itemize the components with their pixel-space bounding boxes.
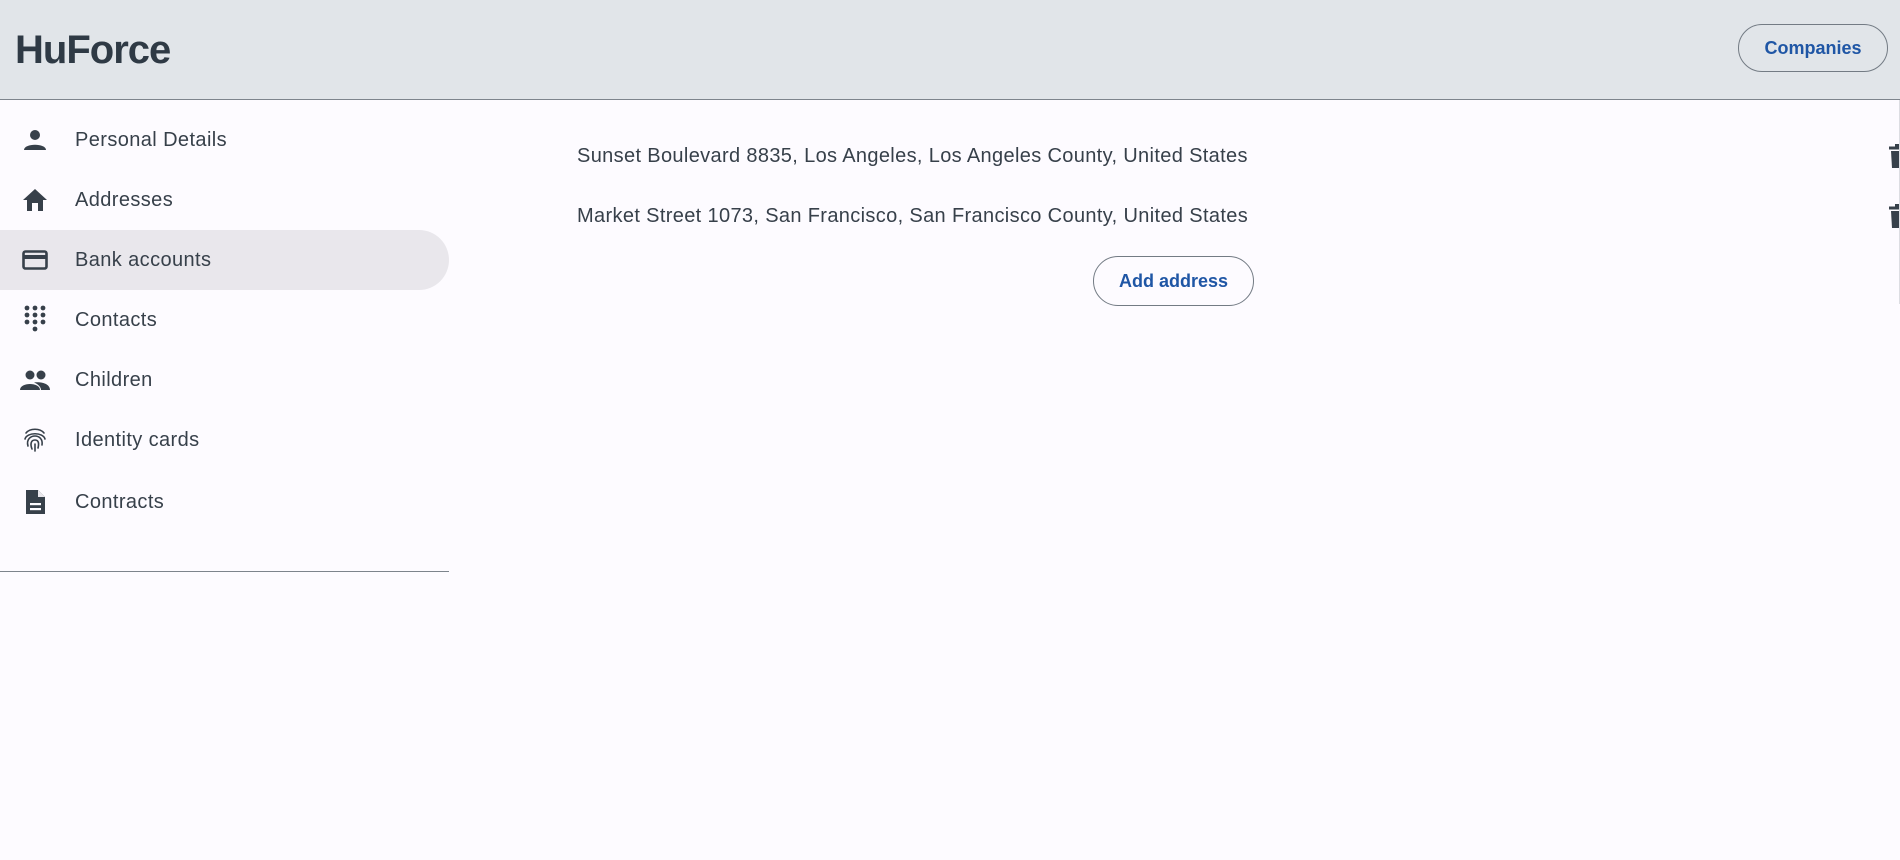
- delete-address-button[interactable]: [1885, 142, 1900, 170]
- list-item: Market Street 1073, San Francisco, San F…: [577, 194, 1900, 238]
- app-logo[interactable]: HuForce: [15, 26, 171, 74]
- sidebar-divider: [0, 571, 449, 572]
- sidebar-item-addresses[interactable]: Addresses: [0, 170, 449, 230]
- sidebar-item-bank-accounts[interactable]: Bank accounts: [0, 230, 449, 290]
- people-icon: [20, 368, 50, 392]
- dialpad-icon: [20, 305, 50, 332]
- sidebar-item-label: Contacts: [75, 308, 158, 331]
- sidebar-item-label: Bank accounts: [75, 248, 212, 271]
- companies-button[interactable]: Companies: [1738, 24, 1888, 72]
- delete-address-button[interactable]: [1885, 202, 1900, 230]
- sidebar-item-contracts[interactable]: Contracts: [0, 472, 449, 532]
- list-item: Sunset Boulevard 8835, Los Angeles, Los …: [577, 134, 1900, 178]
- sidebar-item-label: Personal Details: [75, 128, 228, 151]
- sidebar-item-label: Contracts: [75, 490, 165, 513]
- sidebar-item-label: Addresses: [75, 188, 174, 211]
- credit-card-icon: [20, 248, 50, 272]
- add-address-button[interactable]: Add address: [1093, 256, 1254, 306]
- sidebar-nav: Personal Details Addresses Bank accounts…: [0, 100, 449, 860]
- sidebar-item-contacts[interactable]: Contacts: [0, 290, 449, 350]
- address-text: Sunset Boulevard 8835, Los Angeles, Los …: [577, 145, 1248, 167]
- addresses-panel: Sunset Boulevard 8835, Los Angeles, Los …: [450, 100, 1900, 860]
- sidebar-item-identity-cards[interactable]: Identity cards: [0, 410, 449, 470]
- sidebar-item-children[interactable]: Children: [0, 350, 449, 410]
- sidebar-item-label: Identity cards: [75, 428, 200, 451]
- fingerprint-icon: [20, 428, 50, 452]
- address-text: Market Street 1073, San Francisco, San F…: [577, 205, 1249, 227]
- person-icon: [20, 128, 50, 152]
- app-header: HuForce Companies: [0, 0, 1900, 100]
- home-icon: [20, 188, 50, 212]
- sidebar-item-personal-details[interactable]: Personal Details: [0, 110, 449, 170]
- sidebar-item-label: Children: [75, 368, 153, 391]
- document-icon: [20, 490, 50, 514]
